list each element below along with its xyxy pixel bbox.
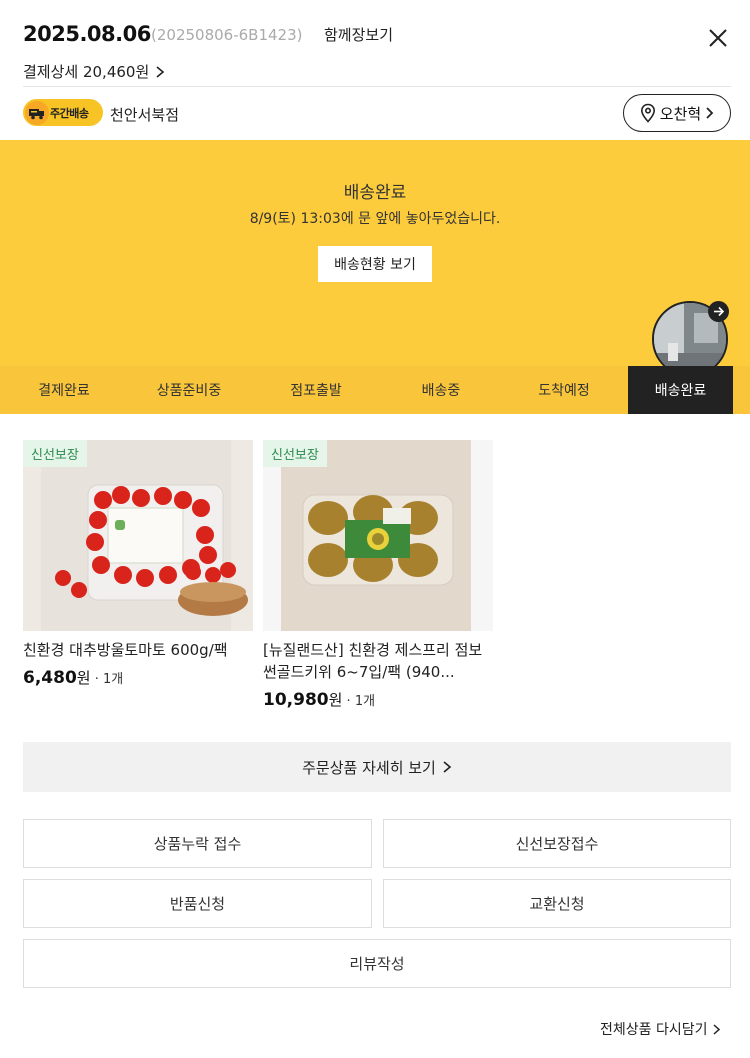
delivery-truck-icon [25, 100, 49, 125]
reorder-all-link[interactable]: 전체상품 다시담기 [600, 1019, 721, 1039]
step-arriving: 도착예정 [538, 383, 590, 399]
chevron-right-icon [712, 1023, 720, 1035]
header-divider [23, 86, 731, 87]
product-image: 신선보장 [23, 440, 253, 631]
photo-arrow-icon [708, 301, 729, 322]
chevron-right-icon [156, 65, 165, 78]
order-header: 2025.08.06 (20250806-6B1423) 함께장보기 결제상세 … [0, 0, 750, 87]
step-in-delivery: 배송중 [421, 383, 461, 399]
product-price: 10,980원 · 1개 [263, 690, 376, 710]
delivery-status-description: 8/9(토) 13:03에 문 앞에 놓아두었습니다. [249, 211, 501, 227]
return-request-button[interactable]: 반품신청 [23, 879, 372, 928]
product-image: 신선보장 [263, 440, 493, 631]
product-quantity: 1개 [354, 694, 376, 709]
step-store-departure: 점포출발 [290, 383, 342, 399]
payment-detail-link[interactable]: 결제상세 20,460원 [23, 61, 165, 82]
price-value: 6,480 [23, 668, 77, 688]
user-name: 오찬혁 [659, 104, 702, 123]
product-name: 친환경 대추방울토마토 600g/팩 [23, 641, 228, 659]
delivery-status-banner: 배송완료 8/9(토) 13:03에 문 앞에 놓아두었습니다. 배송현황 보기 [0, 140, 750, 377]
store-row: 주간배송 천안서북점 오찬혁 [0, 93, 750, 133]
step-preparing: 상품준비중 [156, 383, 222, 399]
track-delivery-button[interactable]: 배송현황 보기 [318, 246, 432, 282]
write-review-button[interactable]: 리뷰작성 [23, 939, 731, 988]
missing-item-report-button[interactable]: 상품누락 접수 [23, 819, 372, 868]
order-detail-button[interactable]: 주문상품 자세히 보기 [23, 742, 731, 792]
delivery-progress-steps: 결제완료 상품준비중 점포출발 배송중 도착예정 배송완료 [0, 366, 750, 414]
price-value: 10,980 [263, 690, 329, 710]
delivery-address-button[interactable]: 오찬혁 [623, 94, 731, 132]
step-payment-complete: 결제완료 [38, 383, 90, 399]
fresh-guarantee-report-button[interactable]: 신선보장접수 [383, 819, 731, 868]
chevron-right-icon [443, 761, 452, 773]
exchange-request-button[interactable]: 교환신청 [383, 879, 731, 928]
fresh-guarantee-tag: 신선보장 [23, 440, 87, 467]
delivery-status-title: 배송완료 [343, 183, 407, 203]
price-unit: 원 [328, 691, 343, 709]
order-date: 2025.08.06 [23, 22, 151, 46]
product-name: [뉴질랜드산] 친환경 제스프리 점보 썬골드키위 6~7입/팩 (940... [263, 641, 483, 681]
weekly-delivery-label: 주간배송 [50, 106, 89, 120]
close-button[interactable] [704, 24, 732, 52]
together-shopping-link[interactable]: 함께장보기 [324, 24, 393, 45]
order-number: (20250806-6B1423) [151, 26, 303, 44]
chevron-right-icon [706, 107, 714, 119]
order-detail-label: 주문상품 자세히 보기 [302, 758, 436, 777]
weekly-delivery-badge: 주간배송 [23, 99, 103, 126]
tomato-product-image [23, 440, 253, 631]
step-delivered: 배송완료 [628, 366, 733, 414]
product-quantity: 1개 [103, 672, 124, 687]
kiwi-product-image [263, 440, 493, 631]
price-unit: 원 [76, 669, 91, 687]
store-name: 천안서북점 [110, 106, 180, 124]
fresh-guarantee-tag: 신선보장 [263, 440, 327, 467]
product-card[interactable]: 신선보장 친환경 대추방울토마토 600g/팩 6,480원 · 1개 [23, 440, 253, 688]
close-icon [709, 29, 727, 47]
location-pin-icon [640, 103, 655, 123]
reorder-all-label: 전체상품 다시담기 [600, 1022, 708, 1038]
product-card[interactable]: 신선보장 [뉴질랜드산] 친환경 제스프리 점보 썬골드키위 6~7입/팩 (9… [263, 440, 493, 710]
payment-detail-label: 결제상세 20,460원 [23, 63, 150, 81]
product-price: 6,480원 · 1개 [23, 668, 124, 688]
